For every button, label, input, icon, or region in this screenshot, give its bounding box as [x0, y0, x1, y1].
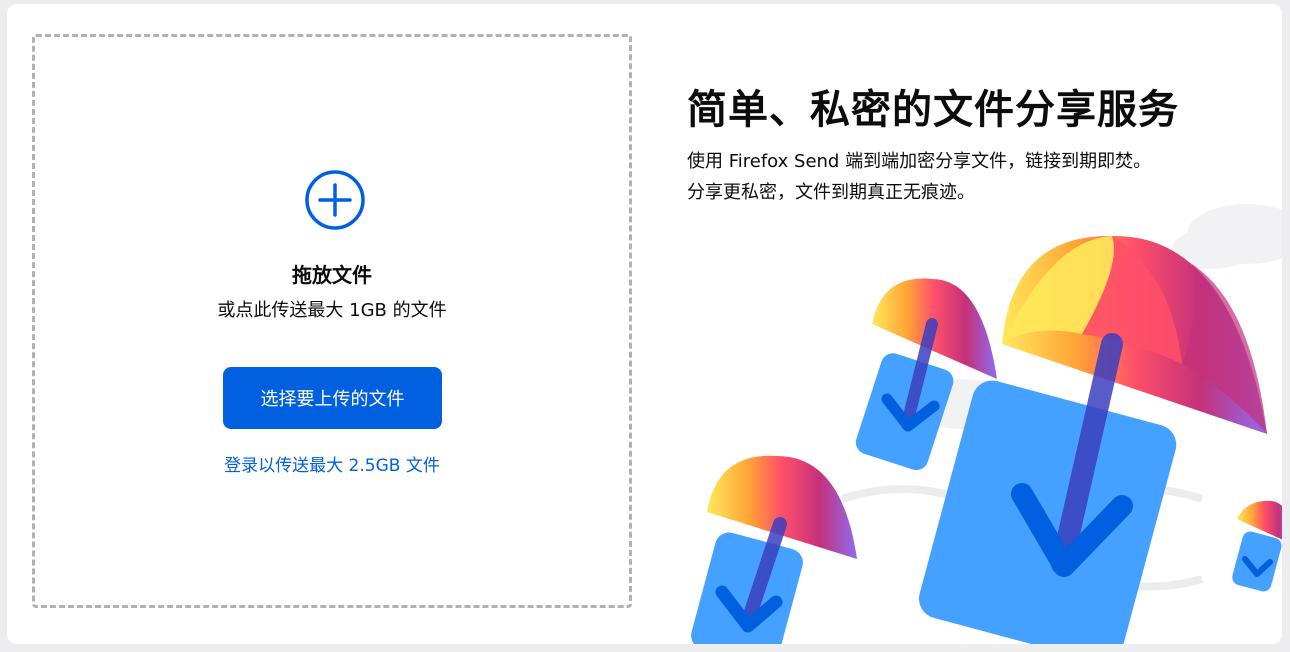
- parachute-small: [1232, 500, 1282, 592]
- intro-title: 简单、私密的文件分享服务: [687, 87, 1179, 133]
- parachute-medium-bottom: [691, 455, 857, 644]
- file-dropzone[interactable]: 拖放文件 或点此传送最大 1GB 的文件 选择要上传的文件 登录以传送最大 2.…: [32, 34, 632, 608]
- drop-subtitle: 或点此传送最大 1GB 的文件: [217, 300, 447, 321]
- main-card: 拖放文件 或点此传送最大 1GB 的文件 选择要上传的文件 登录以传送最大 2.…: [7, 4, 1282, 644]
- plus-circle-icon: [305, 170, 365, 230]
- intro-section: 简单、私密的文件分享服务 使用 Firefox Send 端到端加密分享文件，链…: [687, 82, 1207, 208]
- select-file-button[interactable]: 选择要上传的文件: [223, 367, 442, 429]
- drop-title: 拖放文件: [292, 263, 372, 287]
- signin-link[interactable]: 登录以传送最大 2.5GB 文件: [35, 451, 629, 476]
- parachute-files-illustration: [691, 204, 1282, 644]
